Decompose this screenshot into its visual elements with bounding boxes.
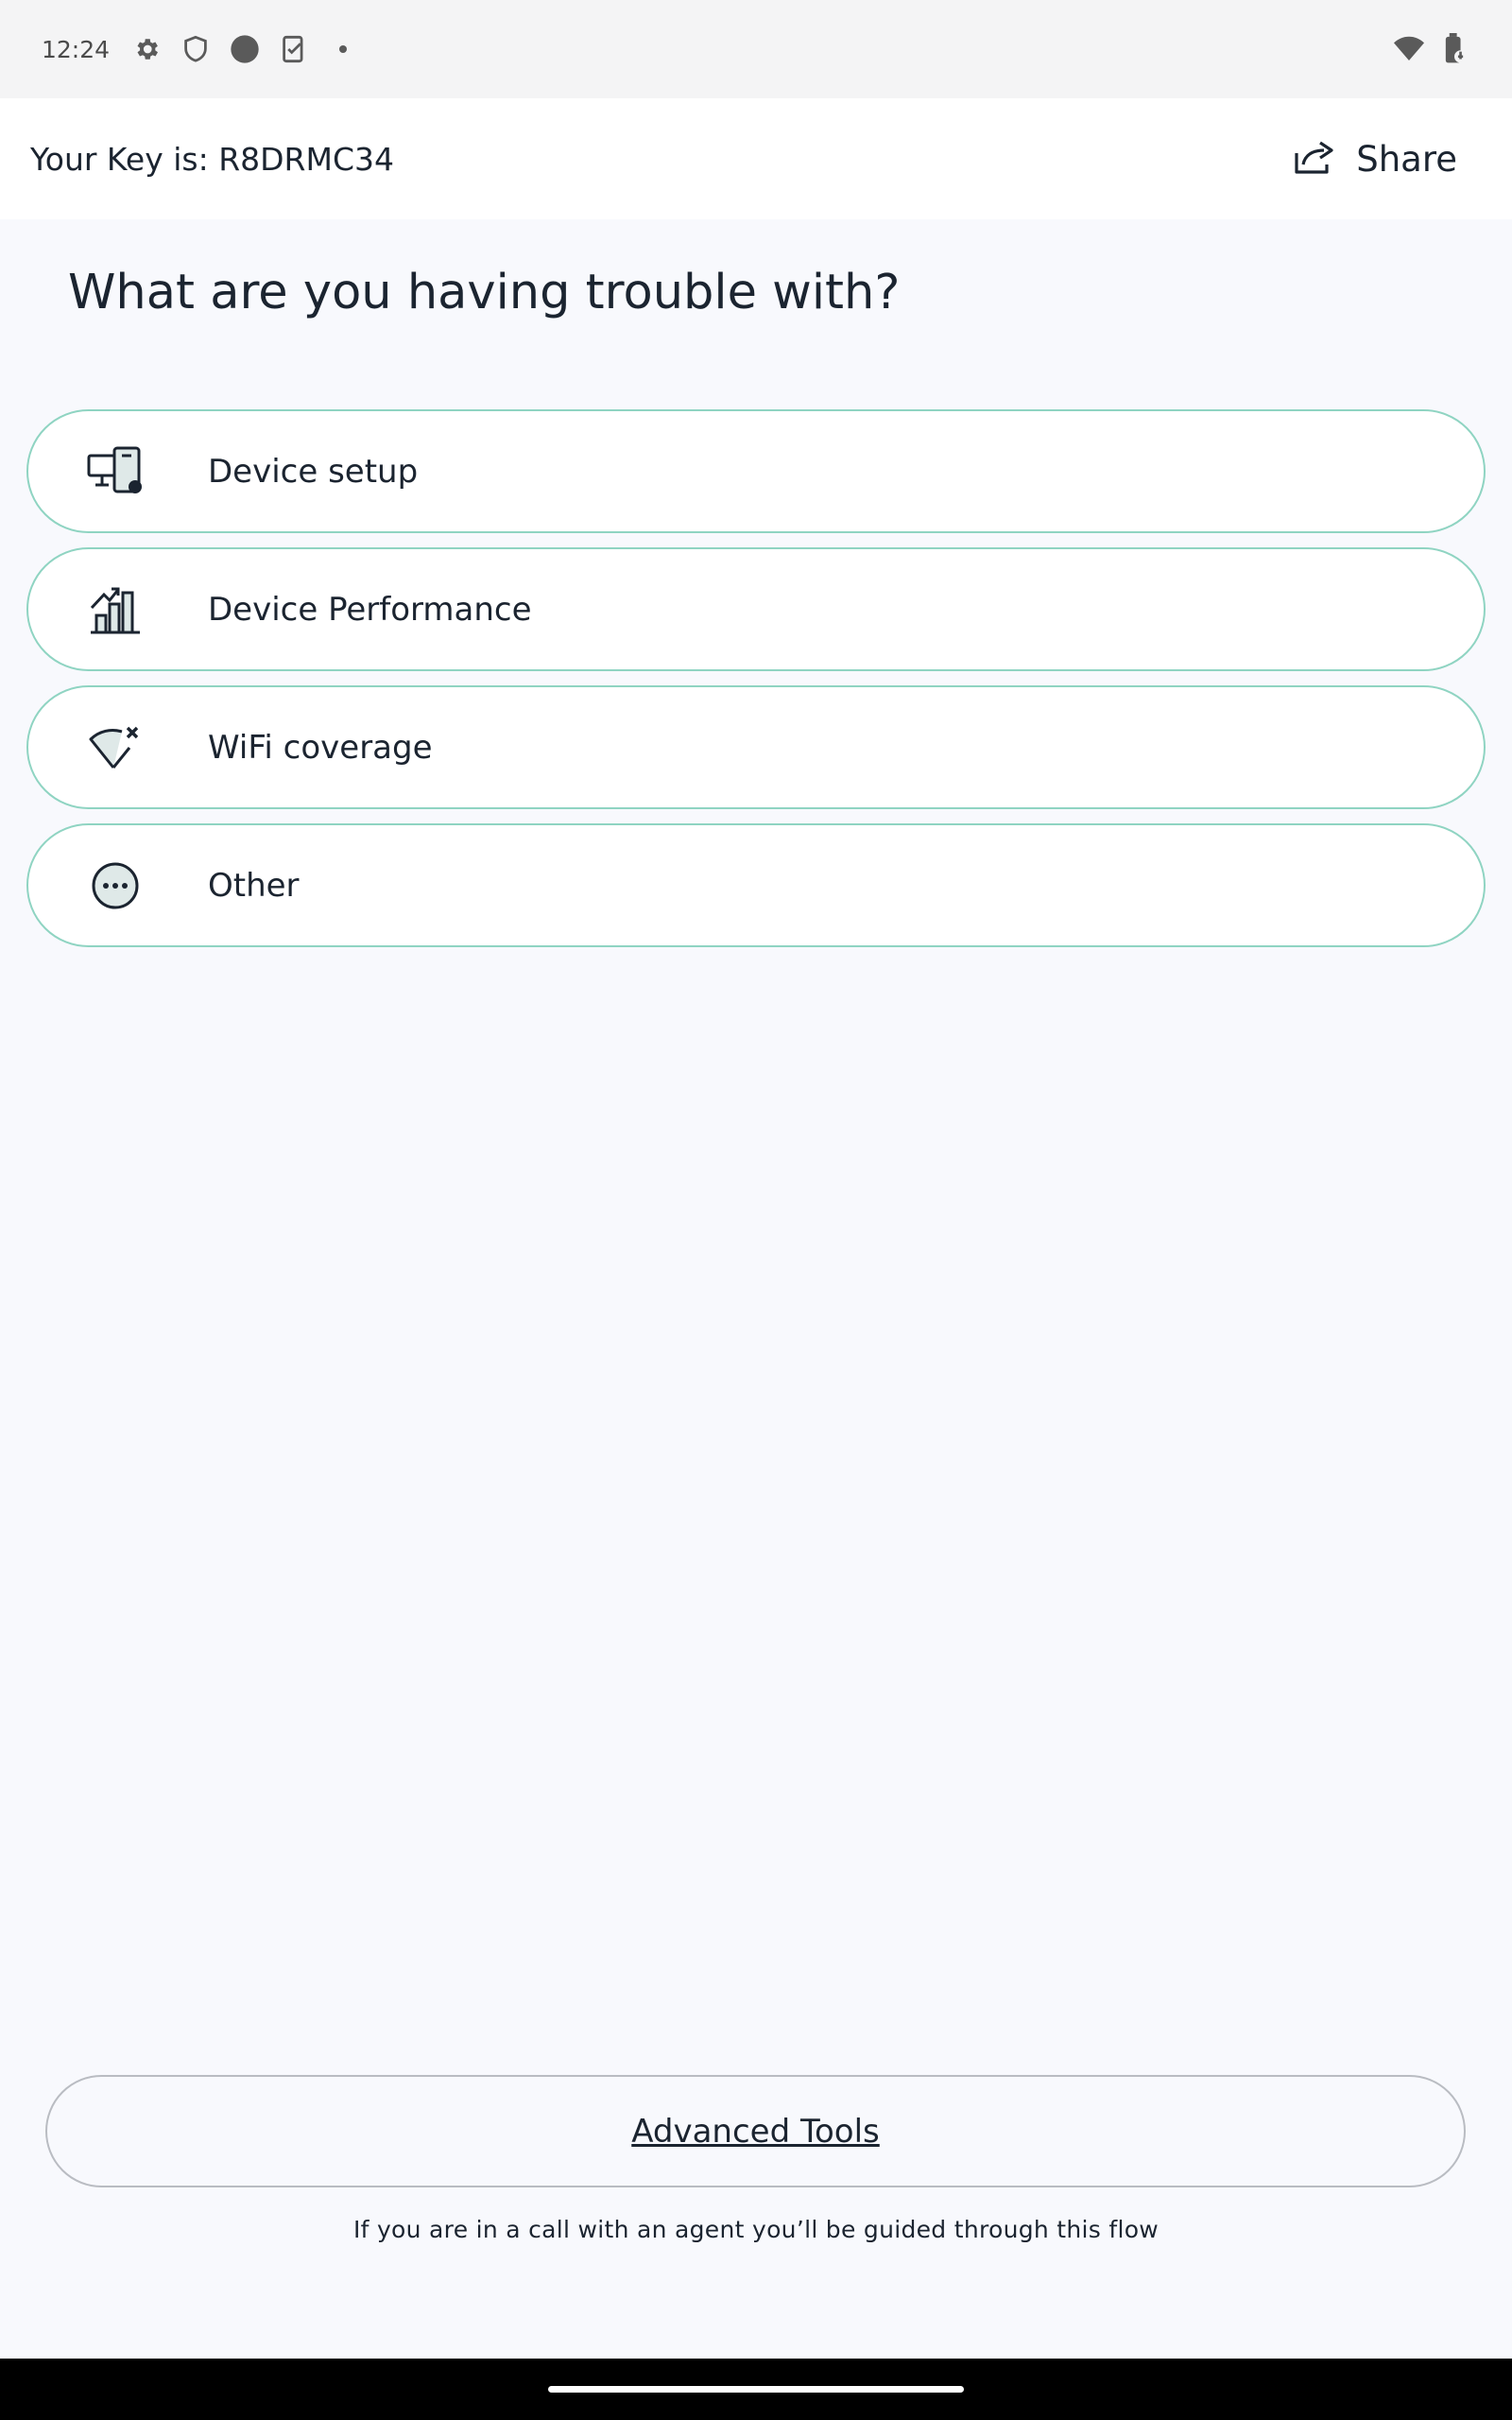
- advanced-tools-label: Advanced Tools: [631, 2112, 880, 2151]
- wifi-icon: [1393, 33, 1425, 65]
- option-device-setup[interactable]: Device setup: [26, 409, 1486, 533]
- performance-chart-icon: [87, 581, 144, 638]
- status-time: 12:24: [42, 35, 111, 63]
- circle-icon: [229, 33, 261, 65]
- page-title: What are you having trouble with?: [68, 265, 901, 320]
- devices-icon: [87, 443, 144, 500]
- share-icon: [1294, 138, 1335, 180]
- status-bar: 12:24: [0, 0, 1512, 98]
- status-left: 12:24: [42, 33, 359, 65]
- option-label: Device setup: [208, 452, 419, 491]
- option-wifi-coverage[interactable]: WiFi coverage: [26, 685, 1486, 809]
- home-handle[interactable]: [548, 2386, 964, 2393]
- share-label: Share: [1356, 138, 1457, 180]
- task-icon: [278, 33, 310, 65]
- nav-bar: [0, 2359, 1512, 2420]
- key-text: Your Key is: R8DRMC34: [30, 140, 394, 178]
- option-other[interactable]: Other: [26, 823, 1486, 947]
- footnote: If you are in a call with an agent you’l…: [352, 2216, 1160, 2243]
- more-circle-icon: [87, 857, 144, 914]
- options-list: Device setup Device Performance WiFi cov…: [26, 409, 1486, 961]
- option-device-performance[interactable]: Device Performance: [26, 547, 1486, 671]
- dot-icon: [327, 33, 359, 65]
- option-label: Other: [208, 866, 300, 905]
- status-right: [1393, 33, 1470, 65]
- gear-icon: [130, 33, 163, 65]
- option-label: Device Performance: [208, 590, 532, 629]
- advanced-tools-button[interactable]: Advanced Tools: [45, 2075, 1466, 2187]
- share-button[interactable]: Share: [1269, 129, 1482, 189]
- key-header: Your Key is: R8DRMC34 Share: [0, 98, 1512, 219]
- shield-icon: [180, 33, 212, 65]
- wifi-off-icon: [87, 719, 144, 776]
- battery-icon: [1438, 33, 1470, 65]
- option-label: WiFi coverage: [208, 728, 433, 767]
